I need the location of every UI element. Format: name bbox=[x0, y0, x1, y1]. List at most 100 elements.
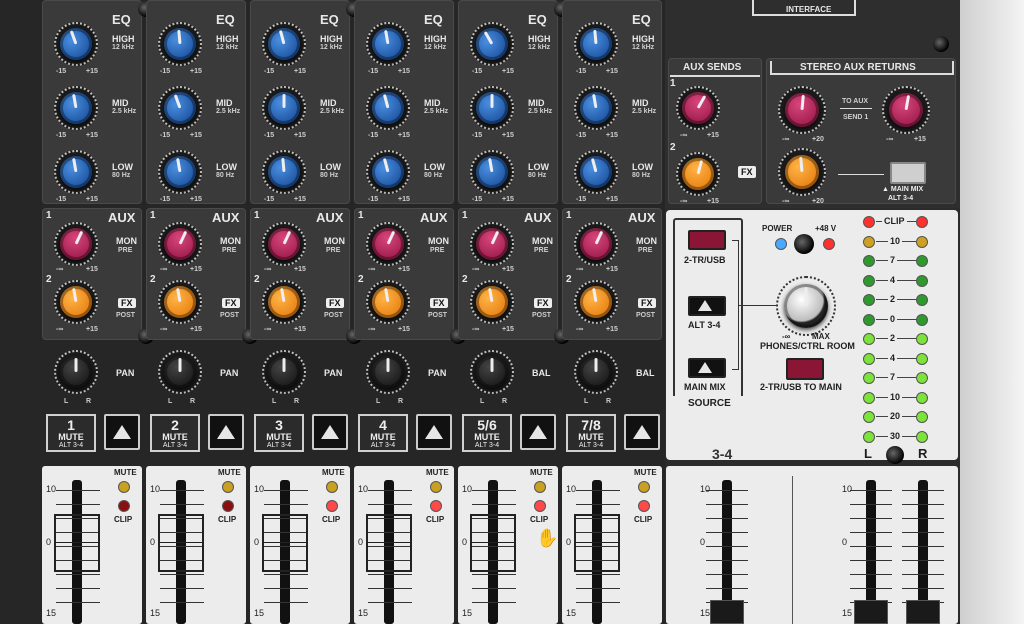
meter-led-right bbox=[916, 313, 928, 326]
source-2tr-usb-button[interactable] bbox=[688, 230, 726, 250]
channel-label: 7/8 MUTE ALT 3-4 bbox=[566, 414, 616, 452]
source-alt34-button[interactable] bbox=[688, 296, 726, 316]
fader-scale-label: 15 bbox=[150, 608, 161, 618]
eq-high-max: +15 bbox=[86, 68, 98, 75]
eq-mid-knob[interactable] bbox=[268, 92, 300, 124]
bus-fader-tick bbox=[706, 490, 748, 491]
fader-scale-label: 10 bbox=[566, 484, 577, 494]
mute-alt-button[interactable] bbox=[312, 414, 348, 450]
phones-knob[interactable] bbox=[784, 284, 828, 328]
aux1-min: -∞ bbox=[576, 266, 584, 273]
pan-knob[interactable] bbox=[268, 356, 300, 388]
main-fader-left-tick bbox=[850, 560, 892, 561]
eq-high-max: +15 bbox=[398, 68, 410, 75]
phones-max: MAX bbox=[812, 332, 830, 341]
mute-led bbox=[638, 481, 650, 493]
aux-post: POST bbox=[324, 312, 344, 319]
aux1-max: +15 bbox=[294, 266, 306, 273]
triangle-icon bbox=[321, 425, 339, 439]
channel-alt-text: ALT 3-4 bbox=[58, 442, 84, 449]
fader-cap-line bbox=[54, 542, 100, 543]
channel-label: 5/6 MUTE ALT 3-4 bbox=[462, 414, 512, 452]
fader-cap[interactable] bbox=[470, 514, 516, 572]
clip-led bbox=[430, 500, 442, 512]
fader-cap[interactable] bbox=[366, 514, 412, 572]
aux2-max: +15 bbox=[190, 326, 202, 333]
fader-tick bbox=[160, 588, 204, 589]
eq-mid-knob[interactable] bbox=[476, 92, 508, 124]
fader-cap[interactable] bbox=[158, 514, 204, 572]
pan-knob[interactable] bbox=[372, 356, 404, 388]
fader-cap[interactable] bbox=[574, 514, 620, 572]
source-main-mix-button[interactable] bbox=[688, 358, 726, 378]
fader-tick bbox=[264, 588, 308, 589]
fader-tick bbox=[264, 602, 308, 603]
mute-alt-button[interactable] bbox=[520, 414, 556, 450]
fader-cap[interactable] bbox=[262, 514, 308, 572]
eq-low-label: LOW bbox=[216, 162, 237, 172]
fader-scale-label: 10 bbox=[46, 484, 57, 494]
eq-mid-label: MID bbox=[216, 98, 233, 108]
main-fader-left-tick bbox=[850, 574, 892, 575]
aux2-min: -∞ bbox=[56, 326, 64, 333]
usb-interface-label: INTERFACE bbox=[786, 5, 832, 14]
phones-min: -∞ bbox=[782, 332, 791, 341]
aux2-max: +15 bbox=[502, 326, 514, 333]
aux-send1-max: +15 bbox=[707, 132, 719, 139]
main-fader-right-cap[interactable] bbox=[906, 600, 940, 624]
aux1-max: +15 bbox=[606, 266, 618, 273]
aux-mon: MON bbox=[532, 236, 553, 246]
power-label: POWER bbox=[762, 224, 793, 233]
source-alt34-label: ALT 3-4 bbox=[688, 320, 721, 330]
eq-title: EQ bbox=[112, 12, 131, 27]
power-switch[interactable] bbox=[794, 234, 814, 254]
main-fader-left-cap[interactable] bbox=[854, 600, 888, 624]
pan-knob[interactable] bbox=[164, 356, 196, 388]
aux-fx-badge: FX bbox=[118, 298, 136, 308]
meter-led-left bbox=[863, 255, 875, 267]
meter-led-right bbox=[916, 430, 928, 443]
fader-scale-label: 0 bbox=[46, 537, 52, 547]
fader-cap[interactable] bbox=[54, 514, 100, 572]
pan-knob[interactable] bbox=[476, 356, 508, 388]
fader-scale-label: 15 bbox=[566, 608, 577, 618]
pan-l: L bbox=[376, 398, 381, 405]
meter-led-left bbox=[863, 372, 875, 384]
mute-led-label: MUTE bbox=[114, 468, 137, 477]
pan-knob[interactable] bbox=[60, 356, 92, 388]
fader-cap-line bbox=[574, 542, 620, 543]
pan-label: BAL bbox=[636, 368, 655, 378]
mute-alt-button[interactable] bbox=[104, 414, 140, 450]
pan-knob[interactable] bbox=[580, 356, 612, 388]
eq-title: EQ bbox=[216, 12, 235, 27]
main-fader-right-tick bbox=[902, 490, 944, 491]
meter-label: 10 bbox=[888, 235, 903, 246]
mute-led-label: MUTE bbox=[634, 468, 657, 477]
right-edge bbox=[960, 0, 1024, 624]
mute-alt-button[interactable] bbox=[416, 414, 452, 450]
pan-l: L bbox=[64, 398, 69, 405]
channel-alt-text: ALT 3-4 bbox=[266, 442, 292, 449]
eq-title: EQ bbox=[424, 12, 443, 27]
clip-led bbox=[118, 500, 130, 512]
aux-post: POST bbox=[116, 312, 136, 319]
aux-mon: MON bbox=[116, 236, 137, 246]
tr-usb-to-main-button[interactable] bbox=[786, 358, 824, 380]
fader-scale-label: 0 bbox=[462, 537, 468, 547]
eq-high-max: +15 bbox=[190, 68, 202, 75]
mute-led bbox=[326, 481, 338, 493]
mute-alt-button[interactable] bbox=[208, 414, 244, 450]
bus-fader-tick bbox=[706, 574, 748, 575]
meter-led-right bbox=[916, 294, 928, 306]
aux1-num: 1 bbox=[566, 210, 572, 221]
mute-alt-button[interactable] bbox=[624, 414, 660, 450]
main-fader-right-tick bbox=[902, 518, 944, 519]
bus-fader-cap[interactable] bbox=[710, 600, 744, 624]
main-fader-scale: 15 bbox=[842, 608, 853, 618]
return-main-mix-button[interactable] bbox=[890, 162, 926, 184]
mute-led bbox=[534, 481, 546, 493]
main-mix-arrow bbox=[838, 174, 884, 175]
aux2-num: 2 bbox=[462, 274, 468, 285]
eq-low-max: +15 bbox=[86, 196, 98, 203]
fader-cap-line bbox=[366, 542, 412, 543]
